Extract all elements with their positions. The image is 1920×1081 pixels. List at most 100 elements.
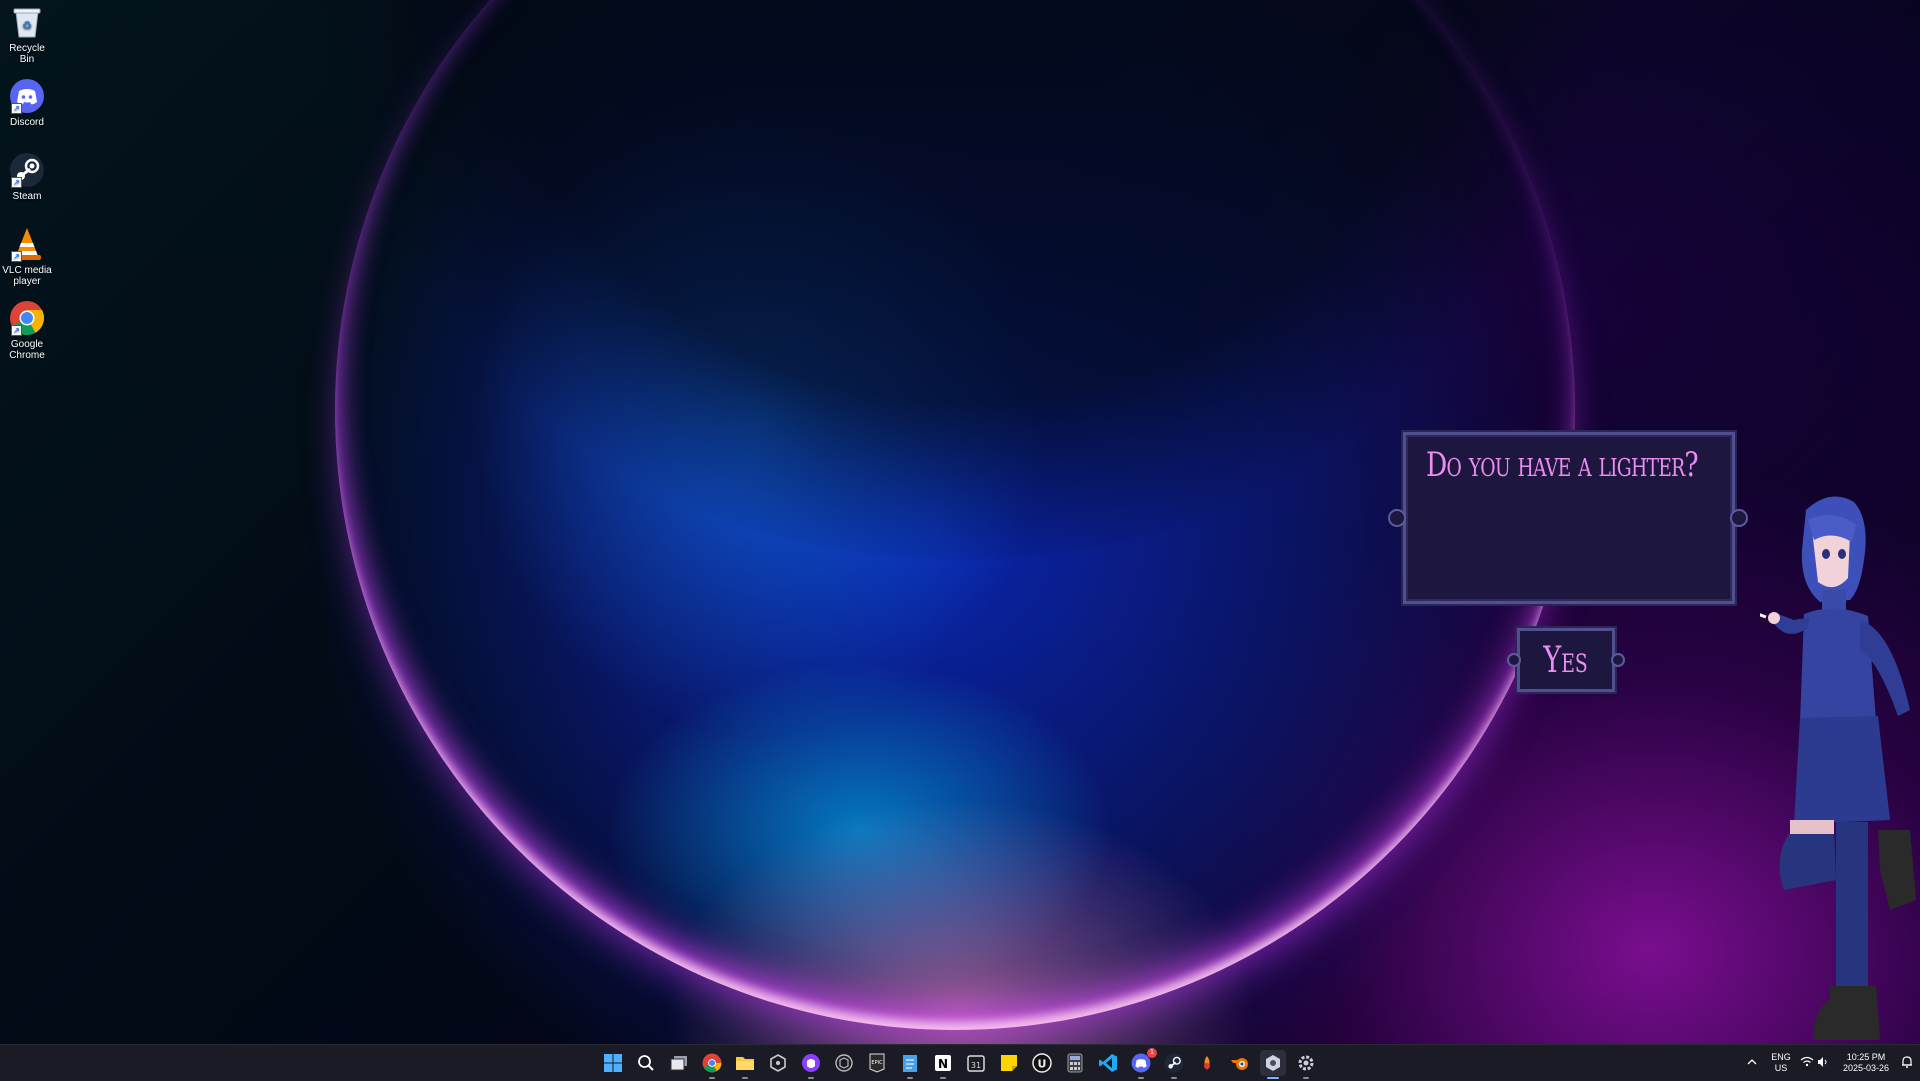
taskbar-notion[interactable]: N bbox=[930, 1050, 956, 1079]
taskbar-unity-hub[interactable] bbox=[765, 1050, 791, 1076]
desktop-pet-app-icon bbox=[1266, 1055, 1280, 1071]
file-explorer-icon bbox=[736, 1057, 754, 1070]
button-right-ornament-icon bbox=[1611, 653, 1625, 667]
svg-text:31: 31 bbox=[971, 1061, 981, 1070]
chrome-icon bbox=[702, 1053, 722, 1073]
search-icon bbox=[638, 1055, 654, 1071]
taskbar-chrome[interactable] bbox=[699, 1050, 725, 1079]
unity-hub-icon bbox=[770, 1054, 786, 1072]
unreal-engine-icon: U bbox=[1032, 1053, 1052, 1073]
github-desktop-icon bbox=[802, 1054, 820, 1072]
language-code: ENG bbox=[1771, 1052, 1791, 1062]
chevron-up-icon bbox=[1747, 1059, 1757, 1065]
clock-date: 2025-03-26 bbox=[1842, 1063, 1890, 1073]
character-sprite-icon bbox=[1751, 496, 1916, 1040]
start-button[interactable] bbox=[600, 1050, 626, 1076]
notification-bell-icon bbox=[1902, 1056, 1912, 1068]
running-indicator bbox=[907, 1077, 913, 1079]
vs-code-icon bbox=[1099, 1054, 1117, 1072]
calculator-icon bbox=[1067, 1053, 1083, 1073]
steam-icon: ↗ bbox=[9, 152, 45, 188]
region-code: US bbox=[1774, 1063, 1788, 1073]
dialog-left-ornament-icon bbox=[1388, 509, 1406, 527]
desktop-icon-label: Recycle Bin bbox=[9, 43, 45, 65]
desktop-icon-label: Steam bbox=[12, 191, 42, 202]
language-indicator[interactable]: ENG US bbox=[1768, 1052, 1794, 1074]
show-hidden-icons-button[interactable] bbox=[1746, 1055, 1760, 1069]
fl-studio-icon bbox=[1204, 1056, 1210, 1070]
desktop-icon-google-chrome[interactable]: ↗ Google Chrome bbox=[2, 300, 52, 361]
taskbar-github-desktop[interactable] bbox=[798, 1050, 824, 1079]
desktop-icon-label: Discord bbox=[10, 117, 44, 128]
desktop-icon-vlc[interactable]: ↗ VLC media player bbox=[2, 226, 52, 287]
desktop-icon-steam[interactable]: ↗ Steam bbox=[2, 152, 52, 202]
desktop-icon-recycle-bin[interactable]: ♻ Recycle Bin bbox=[2, 4, 52, 65]
dialog-right-ornament-icon bbox=[1730, 509, 1748, 527]
running-indicator bbox=[709, 1077, 715, 1079]
answer-yes-button[interactable]: Yes bbox=[1517, 628, 1615, 692]
settings-icon bbox=[1298, 1055, 1314, 1071]
taskbar-sticky-notes[interactable] bbox=[996, 1050, 1022, 1076]
taskbar-settings[interactable] bbox=[1293, 1050, 1319, 1079]
taskbar-file-explorer[interactable] bbox=[732, 1050, 758, 1079]
running-indicator bbox=[940, 1077, 946, 1079]
desktop-icon-label: VLC media player bbox=[2, 265, 52, 287]
running-indicator bbox=[1303, 1077, 1309, 1079]
desktop-icon-discord[interactable]: ↗ Discord bbox=[2, 78, 52, 128]
taskbar-vs-code[interactable] bbox=[1095, 1050, 1121, 1076]
taskbar-calculator[interactable] bbox=[1062, 1050, 1088, 1076]
shortcut-arrow-icon: ↗ bbox=[11, 103, 22, 114]
dialog-question-text: Do you have a lighter? bbox=[1426, 445, 1699, 485]
unity-icon bbox=[835, 1054, 853, 1072]
notion-icon: N bbox=[935, 1055, 951, 1071]
vlc-icon: ↗ bbox=[9, 226, 45, 262]
taskbar-fl-studio[interactable] bbox=[1194, 1050, 1220, 1076]
active-app-indicator bbox=[1267, 1077, 1279, 1079]
taskbar-unreal-engine[interactable]: U bbox=[1029, 1050, 1055, 1076]
taskbar-unity[interactable] bbox=[831, 1050, 857, 1076]
running-indicator bbox=[742, 1077, 748, 1079]
clock-time: 10:25 PM bbox=[1846, 1052, 1886, 1062]
notification-center-button[interactable] bbox=[1900, 1055, 1914, 1074]
taskbar-discord[interactable]: 1 bbox=[1128, 1048, 1157, 1079]
task-view-icon bbox=[670, 1056, 687, 1071]
svg-text:U: U bbox=[1038, 1058, 1047, 1071]
svg-text:N: N bbox=[938, 1057, 948, 1071]
notepad-icon bbox=[903, 1055, 917, 1072]
taskbar-calendar[interactable]: 31 bbox=[963, 1050, 989, 1076]
taskbar-desktop-pet-app[interactable] bbox=[1260, 1050, 1286, 1079]
windows-start-icon bbox=[604, 1054, 622, 1072]
answer-yes-label: Yes bbox=[1543, 639, 1589, 681]
running-indicator bbox=[1138, 1077, 1144, 1079]
desktop-wallpaper: ♻ Recycle Bin ↗ Discord ↗ Steam ↗ VLC me… bbox=[0, 0, 1920, 1044]
recycle-bin-icon: ♻ bbox=[9, 4, 45, 40]
taskbar-epic-games[interactable]: EPIC bbox=[864, 1050, 890, 1076]
system-tray: ENG US 10:25 PM 2025-03-26 bbox=[1740, 1045, 1920, 1081]
sticky-notes-icon bbox=[1001, 1055, 1017, 1071]
svg-text:EPIC: EPIC bbox=[871, 1060, 883, 1066]
task-view-button[interactable] bbox=[666, 1050, 692, 1076]
taskbar-blender[interactable] bbox=[1227, 1050, 1253, 1076]
taskbar: EPIC N 31 U 1 ENG US 10:25 PM 2025-03-26 bbox=[0, 1044, 1920, 1081]
taskbar-notepad[interactable] bbox=[897, 1050, 923, 1079]
taskbar-search-button[interactable] bbox=[633, 1050, 659, 1076]
running-indicator bbox=[1171, 1077, 1177, 1079]
running-indicator bbox=[808, 1077, 814, 1079]
shortcut-arrow-icon: ↗ bbox=[11, 177, 22, 188]
desktop-icon-label: Google Chrome bbox=[9, 339, 45, 361]
steam-icon bbox=[1164, 1053, 1184, 1073]
discord-notification-badge: 1 bbox=[1147, 1048, 1157, 1058]
blender-icon bbox=[1231, 1058, 1248, 1070]
epic-games-icon: EPIC bbox=[869, 1053, 885, 1073]
wifi-volume-icons bbox=[1800, 1056, 1827, 1067]
desktop-pet-character[interactable] bbox=[1751, 490, 1920, 1044]
network-volume-button[interactable] bbox=[1800, 1055, 1830, 1074]
speech-dialog-box: Do you have a lighter? bbox=[1403, 432, 1735, 604]
taskbar-steam[interactable] bbox=[1161, 1050, 1187, 1079]
calendar-icon: 31 bbox=[967, 1055, 985, 1072]
clock[interactable]: 10:25 PM 2025-03-26 bbox=[1838, 1052, 1894, 1074]
shortcut-arrow-icon: ↗ bbox=[11, 325, 22, 336]
shortcut-arrow-icon: ↗ bbox=[11, 251, 22, 262]
svg-text:♻: ♻ bbox=[22, 20, 32, 32]
discord-icon: ↗ bbox=[9, 78, 45, 114]
